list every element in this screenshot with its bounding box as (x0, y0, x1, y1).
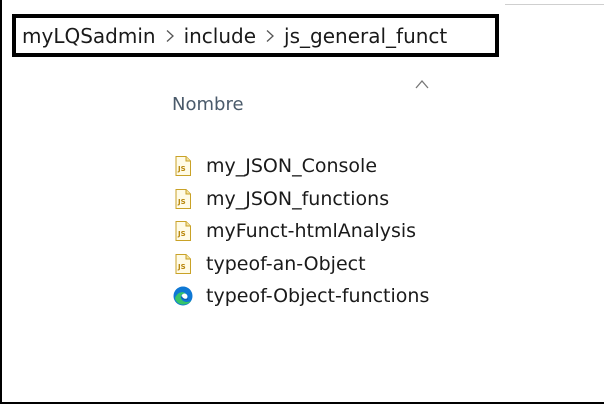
breadcrumb-item-include[interactable]: include (184, 24, 256, 48)
js-file-icon: JS (172, 155, 194, 177)
js-file-icon: JS (172, 253, 194, 275)
svg-text:JS: JS (177, 165, 186, 173)
breadcrumb-item-current-folder[interactable]: js_general_funct (284, 24, 447, 48)
file-name: my_JSON_functions (206, 187, 390, 210)
divider (505, 4, 604, 5)
file-name: typeof-an-Object (206, 252, 366, 275)
file-item[interactable]: JS my_JSON_functions (172, 183, 429, 216)
file-list: JS my_JSON_Console JS my_JSON_functions (172, 150, 429, 313)
file-name: typeof-Object-functions (206, 285, 430, 308)
chevron-right-icon[interactable] (256, 29, 284, 43)
js-file-icon: JS (172, 188, 194, 210)
svg-text:JS: JS (177, 263, 186, 271)
file-item[interactable]: JS myFunct-htmlAnalysis (172, 215, 429, 248)
file-item[interactable]: JS my_JSON_Console (172, 150, 429, 183)
sort-ascending-caret-icon[interactable] (414, 78, 430, 90)
column-header-name[interactable]: Nombre (172, 94, 244, 115)
explorer-window: myLQSadmin include js_general_funct Nomb… (0, 0, 604, 404)
file-name: my_JSON_Console (206, 155, 378, 178)
js-file-icon: JS (172, 220, 194, 242)
file-item[interactable]: typeof-Object-functions (172, 280, 429, 313)
file-name: myFunct-htmlAnalysis (206, 220, 417, 243)
svg-text:JS: JS (177, 230, 186, 238)
chevron-right-icon[interactable] (156, 29, 184, 43)
edge-browser-icon (172, 285, 194, 307)
file-item[interactable]: JS typeof-an-Object (172, 248, 429, 281)
svg-text:JS: JS (177, 198, 186, 206)
breadcrumb-item-mylqsadmin[interactable]: myLQSadmin (22, 24, 156, 48)
breadcrumb[interactable]: myLQSadmin include js_general_funct (12, 14, 499, 57)
